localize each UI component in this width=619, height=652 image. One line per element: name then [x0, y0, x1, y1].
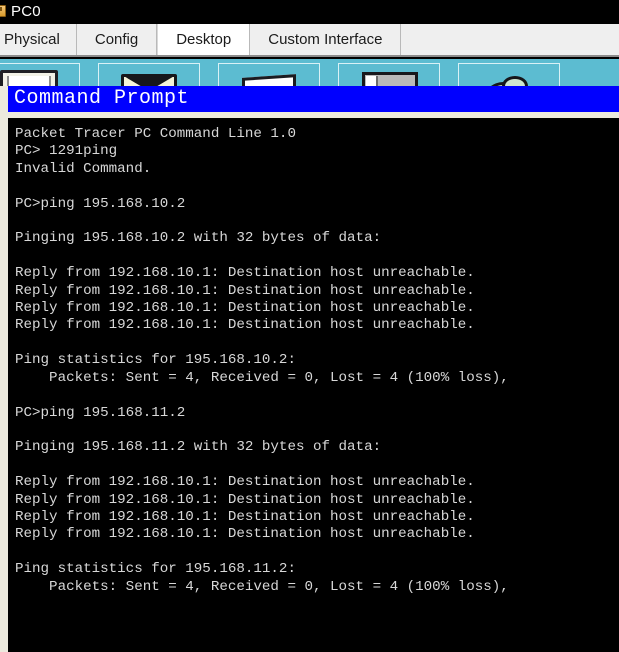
desktop-icon-dial-up[interactable] [98, 63, 200, 86]
terminal-icon [238, 70, 300, 86]
window-title: PC0 [11, 3, 41, 20]
tab-custom-interface[interactable]: Custom Interface [250, 24, 402, 55]
desktop-icon-ip-configuration[interactable] [0, 63, 80, 86]
dial-up-icon [118, 70, 180, 86]
tab-desktop-label: Desktop [176, 31, 232, 48]
tab-config-label: Config [94, 31, 139, 48]
tabbar-filler [401, 24, 619, 55]
device-tabs: Physical Config Desktop Custom Interface [0, 24, 619, 57]
command-prompt-titlebar: Command Prompt [8, 86, 619, 112]
tab-physical[interactable]: Physical [0, 24, 77, 55]
command-prompt-window: Command Prompt Packet Tracer PC Command … [0, 86, 619, 652]
command-prompt-icon [358, 70, 420, 86]
desktop-icon-web-browser[interactable] [458, 63, 560, 86]
tab-custom-interface-label: Custom Interface [268, 31, 383, 48]
tab-config[interactable]: Config [76, 24, 158, 55]
packet-tracer-device-icon [0, 5, 7, 19]
web-browser-icon [478, 70, 540, 86]
ip-configuration-icon [0, 70, 60, 86]
terminal-output: Packet Tracer PC Command Line 1.0 PC> 12… [15, 126, 509, 595]
desktop-icon-terminal[interactable] [218, 63, 320, 86]
command-prompt-title: Command Prompt [14, 87, 190, 110]
command-prompt-terminal[interactable]: Packet Tracer PC Command Line 1.0 PC> 12… [8, 118, 619, 652]
window-titlebar: PC0 [0, 0, 619, 24]
tab-physical-label: Physical [4, 31, 60, 48]
tab-desktop[interactable]: Desktop [157, 24, 251, 55]
desktop-icon-command-prompt[interactable] [338, 63, 440, 86]
packet-tracer-device-window: PC0 Physical Config Desktop Custom Inter… [0, 0, 619, 652]
desktop-icon-strip [0, 59, 619, 86]
